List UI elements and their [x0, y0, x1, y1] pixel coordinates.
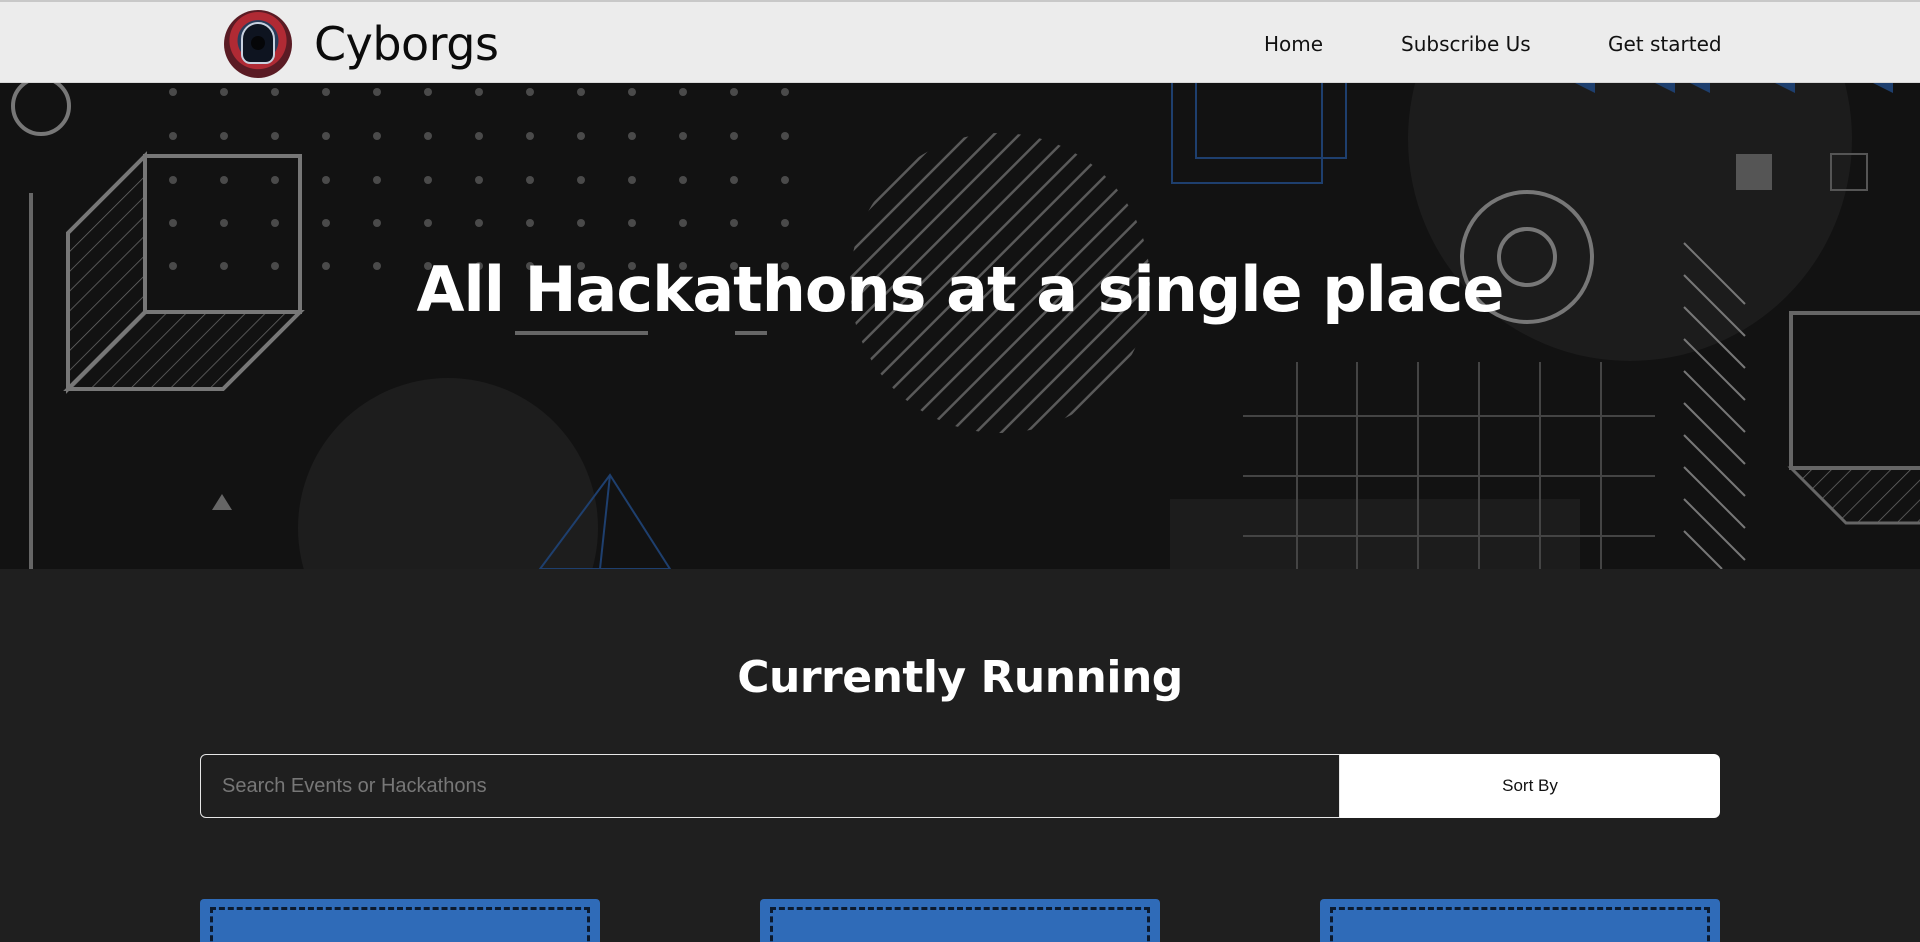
nav-home-link[interactable]: Home	[1264, 32, 1323, 56]
hero-banner: All Hackathons at a single place	[0, 83, 1920, 569]
sort-by-button[interactable]: Sort By	[1340, 754, 1720, 818]
nav-subscribe-link[interactable]: Subscribe Us	[1401, 32, 1531, 56]
event-card[interactable]	[760, 899, 1160, 942]
navbar: Cyborgs Home Subscribe Us Get started	[0, 0, 1920, 83]
event-card[interactable]	[1320, 899, 1720, 942]
hero-title: All Hackathons at a single place	[416, 253, 1505, 326]
event-card[interactable]	[200, 899, 600, 942]
nav-get-started-link[interactable]: Get started	[1608, 32, 1722, 56]
nav-links: Home Subscribe Us Get started	[0, 2, 1920, 85]
search-input[interactable]	[200, 754, 1340, 818]
section-title: Currently Running	[737, 652, 1183, 703]
hero-background-pattern	[11, 83, 1920, 569]
search-bar: Sort By	[200, 754, 1720, 818]
